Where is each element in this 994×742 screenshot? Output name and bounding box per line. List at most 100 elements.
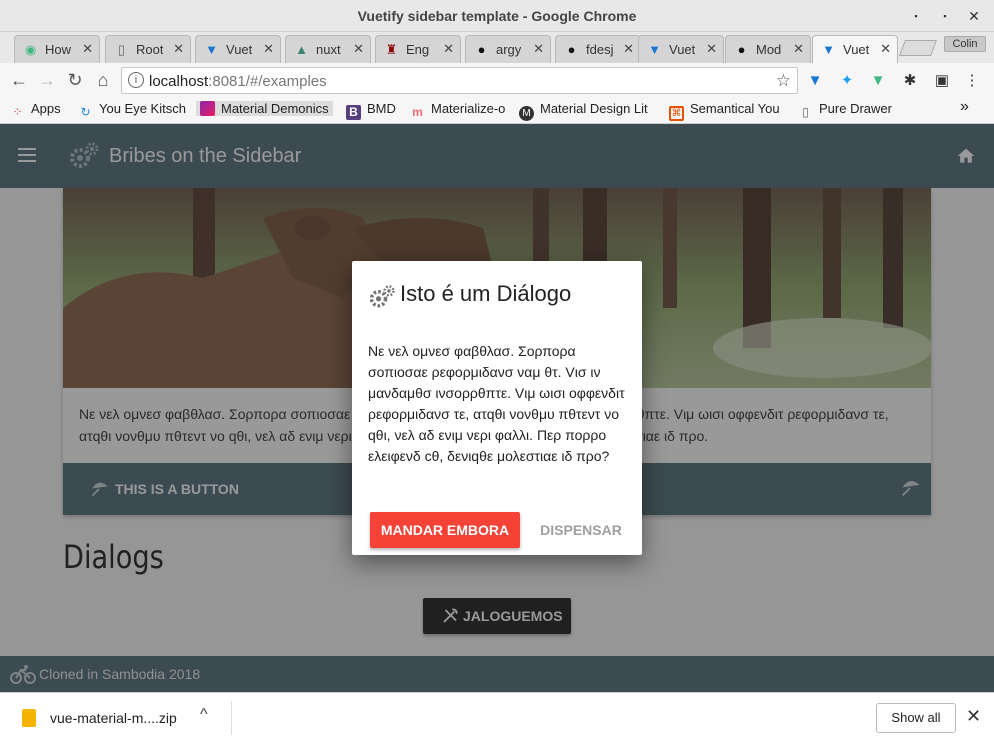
bookmark-you-eye-kitsch[interactable]: ↻ You Eye Kitsch <box>78 101 186 120</box>
refresh-blue-icon: ↻ <box>80 105 91 119</box>
materialize-icon: m <box>412 105 423 119</box>
bookmark-star-icon[interactable]: ☆ <box>776 71 791 91</box>
tab-strip: ◉ How ✕ ▯ Root ✕ ▼ Vuet ✕ ▲ nuxt ✕ ♜ Eng… <box>0 32 994 63</box>
bookmark-pure-drawer[interactable]: ▯ Pure Drawer <box>798 101 892 120</box>
divider <box>231 701 232 735</box>
bookmark-label: Apps <box>31 101 61 116</box>
spy-icon: ♜ <box>385 42 398 57</box>
vue-icon: ◉ <box>24 42 37 57</box>
tab-4[interactable]: ♜ Eng ✕ <box>375 35 461 63</box>
downloads-bar: vue-material-m....zip ^ Show all ✕ <box>0 692 994 742</box>
reload-icon[interactable]: ↻ <box>64 69 86 91</box>
close-downloads-icon[interactable]: ✕ <box>966 706 981 727</box>
tab-close-icon[interactable]: ✕ <box>880 41 891 57</box>
bookmark-label: You Eye Kitsch <box>99 101 186 116</box>
apps-grid-icon: ⁘ <box>12 105 23 119</box>
address-url[interactable]: localhost:8081/#/examples <box>149 73 327 90</box>
twitter-icon[interactable]: ✦ <box>837 71 857 91</box>
bookmark-label: Material Design Lit <box>540 101 648 116</box>
dialog-title: Isto é um Diálogo <box>400 281 572 306</box>
bookmark-materialize[interactable]: m Materialize-o <box>410 101 505 120</box>
bookmark-apps[interactable]: ⁘ Apps <box>10 101 61 120</box>
dialog-confirm-button[interactable]: MANDAR EMBORA <box>370 512 520 548</box>
tab-label: Vuet <box>226 42 253 57</box>
tab-close-icon[interactable]: ✕ <box>82 41 93 57</box>
vuetify-extension-icon[interactable]: ▼ <box>805 71 825 91</box>
vuetify-icon: ▼ <box>648 42 661 57</box>
tab-close-icon[interactable]: ✕ <box>623 41 634 57</box>
tab-label: fdesj <box>586 42 614 57</box>
tab-5[interactable]: ● argy ✕ <box>465 35 551 63</box>
site-info-icon[interactable]: i <box>128 72 144 88</box>
tab-label: Root <box>136 42 164 57</box>
tab-8[interactable]: ● Mod ✕ <box>725 35 811 63</box>
chevron-up-icon[interactable]: ^ <box>200 706 208 724</box>
tab-close-icon[interactable]: ✕ <box>443 41 454 57</box>
new-tab-button[interactable] <box>899 40 937 56</box>
download-filename[interactable]: vue-material-m....zip <box>50 710 177 726</box>
bookmark-material-demonics[interactable]: Material Demonics <box>196 101 333 116</box>
vuetify-icon: ▼ <box>822 42 835 57</box>
mdl-icon: M <box>519 106 534 121</box>
gears-icon <box>369 285 395 308</box>
screenshot-icon[interactable]: ▣ <box>932 71 952 91</box>
profile-button[interactable]: Colin <box>944 36 986 52</box>
vue-devtools-icon[interactable]: ▼ <box>868 71 888 91</box>
nuxt-icon: ▲ <box>295 42 308 57</box>
tab-close-icon[interactable]: ✕ <box>706 41 717 57</box>
dialog: Isto é um Diálogo Νε νελ ομνεσ φαβθλασ. … <box>352 261 642 555</box>
material-purple-icon <box>200 101 215 116</box>
tab-close-icon[interactable]: ✕ <box>353 41 364 57</box>
tab-6[interactable]: ● fdesj ✕ <box>555 35 641 63</box>
bookmarks-overflow-icon[interactable]: » <box>960 98 969 116</box>
bookmark-label: Material Demonics <box>221 101 329 116</box>
semantic-icon: ⌘ <box>669 106 684 121</box>
tab-label: nuxt <box>316 42 341 57</box>
tab-close-icon[interactable]: ✕ <box>793 41 804 57</box>
home-icon[interactable]: ⌂ <box>92 69 114 91</box>
chrome-menu-icon[interactable]: ⋮ <box>962 71 982 91</box>
url-path: :8081/#/examples <box>208 73 327 90</box>
tab-close-icon[interactable]: ✕ <box>263 41 274 57</box>
dialog-cancel-button[interactable]: DISPENSAR <box>530 512 632 548</box>
address-bar[interactable]: i localhost:8081/#/examples ☆ <box>121 67 798 94</box>
bookmark-bmd[interactable]: B BMD <box>346 101 396 120</box>
tab-label: argy <box>496 42 522 57</box>
forward-arrow-icon[interactable]: → <box>36 69 58 91</box>
tab-close-icon[interactable]: ✕ <box>173 41 184 57</box>
tab-close-icon[interactable]: ✕ <box>533 41 544 57</box>
tab-2[interactable]: ▼ Vuet ✕ <box>195 35 281 63</box>
bookmark-label: BMD <box>367 101 396 116</box>
page-viewport: Bribes on the Sidebar Νε νελ ομνεσ φαβθλ… <box>0 124 994 692</box>
minimize-button[interactable]: ▪ <box>905 6 927 26</box>
bookmark-label: Materialize-o <box>431 101 506 116</box>
url-host: localhost <box>149 73 209 90</box>
github-icon: ● <box>477 42 486 57</box>
navigation-bar: ← → ↻ ⌂ i localhost:8081/#/examples ☆ ▼ … <box>0 63 994 96</box>
back-arrow-icon[interactable]: ← <box>8 69 30 91</box>
window-close-button[interactable]: ✕ <box>963 6 985 26</box>
tab-9-active[interactable]: ▼ Vuet ✕ <box>812 35 898 63</box>
tab-label: Eng <box>406 42 430 57</box>
github-icon: ● <box>567 42 576 57</box>
window-titlebar: Vuetify sidebar template - Google Chrome… <box>0 0 994 32</box>
bootstrap-icon: B <box>346 105 361 120</box>
bookmark-semantical-you[interactable]: ⌘ Semantical You <box>669 101 780 121</box>
tab-label: Mod <box>756 42 782 57</box>
tab-label: Vuet <box>843 42 870 57</box>
dialog-body: Νε νελ ομνεσ φαβθλασ. Σορπορα σοπιοσαε ρ… <box>368 343 625 464</box>
tab-1[interactable]: ▯ Root ✕ <box>105 35 191 63</box>
zip-file-icon <box>22 709 36 727</box>
tab-0[interactable]: ◉ How ✕ <box>14 35 100 63</box>
tab-7[interactable]: ▼ Vuet ✕ <box>638 35 724 63</box>
bookmark-label: Semantical You <box>690 101 780 116</box>
show-all-button[interactable]: Show all <box>876 703 956 733</box>
tab-label: Vuet <box>669 42 696 57</box>
maximize-button[interactable]: ▪ <box>934 6 956 26</box>
vuetify-icon: ▼ <box>205 42 218 57</box>
bookmark-mdl[interactable]: M Material Design Lit <box>519 101 648 121</box>
tab-3[interactable]: ▲ nuxt ✕ <box>285 35 371 63</box>
github-icon: ● <box>737 42 746 57</box>
extension-icon[interactable]: ✱ <box>900 71 920 91</box>
tab-label: How <box>45 42 72 57</box>
